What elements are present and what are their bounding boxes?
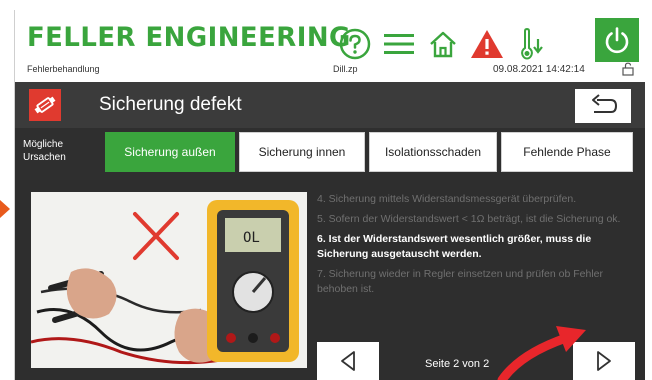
multimeter-illustration: OL — [31, 192, 307, 368]
screenshot-frame: FELLER ENGINEERING Fehlerbehandlung Dill… — [0, 0, 652, 380]
undo-arrow-icon — [592, 94, 618, 113]
help-icon — [339, 28, 371, 60]
alarm-button[interactable] — [465, 22, 509, 66]
instruction-step: 7. Sicherung wieder in Regler einsetzen … — [317, 268, 604, 295]
lock-icon — [622, 62, 634, 76]
menu-icon — [384, 34, 414, 54]
back-button[interactable] — [575, 89, 631, 123]
brand-logo: FELLER ENGINEERING — [27, 22, 351, 53]
power-icon — [605, 27, 629, 54]
power-button[interactable] — [595, 18, 639, 62]
tab-sicherung-aussen[interactable]: Sicherung außen — [105, 132, 235, 172]
lock-button[interactable] — [621, 62, 635, 81]
instruction-step-current: 6. Ist der Widerstandswert wesentlich gr… — [317, 233, 592, 260]
red-pointer-marker — [0, 200, 10, 218]
home-button[interactable] — [421, 22, 465, 66]
causes-bar: Mögliche Ursachen Sicherung außen Sicher… — [15, 128, 645, 180]
instruction-step: 5. Sofern der Widerstandswert < 1Ω beträ… — [317, 213, 621, 225]
screen-name-label: Fehlerbehandlung — [27, 64, 100, 74]
instruction-step: 4. Sicherung mittels Widerstandsmessgerä… — [317, 193, 577, 205]
multimeter-photo: OL — [31, 192, 307, 368]
user-label: Dill.zp — [333, 64, 358, 74]
temperature-button[interactable] — [509, 22, 553, 66]
home-icon — [430, 31, 456, 58]
header-icons — [333, 22, 553, 66]
arrow-left-icon — [341, 351, 355, 371]
page-title: Sicherung defekt — [99, 94, 242, 115]
tab-fehlende-phase[interactable]: Fehlende Phase — [501, 132, 633, 172]
fuse-badge — [29, 89, 61, 121]
causes-label: Mögliche Ursachen — [23, 139, 66, 163]
help-button[interactable] — [333, 22, 377, 66]
datetime-label: 09.08.2021 14:42:14 — [493, 64, 585, 75]
fuse-icon — [34, 96, 56, 114]
error-title-bar: Sicherung defekt — [15, 82, 645, 128]
multimeter-display: OL — [243, 230, 260, 246]
warning-icon — [471, 30, 503, 58]
tab-sicherung-innen[interactable]: Sicherung innen — [239, 132, 365, 172]
header-bar: FELLER ENGINEERING Fehlerbehandlung Dill… — [15, 10, 645, 82]
temperature-icon — [521, 27, 543, 60]
instruction-list: 4. Sicherung mittels Widerstandsmessgerä… — [317, 192, 635, 302]
menu-button[interactable] — [377, 22, 421, 66]
annotation-arrow — [497, 326, 586, 380]
previous-page-button[interactable] — [317, 342, 379, 380]
tab-isolationsschaden[interactable]: Isolationsschaden — [369, 132, 497, 172]
